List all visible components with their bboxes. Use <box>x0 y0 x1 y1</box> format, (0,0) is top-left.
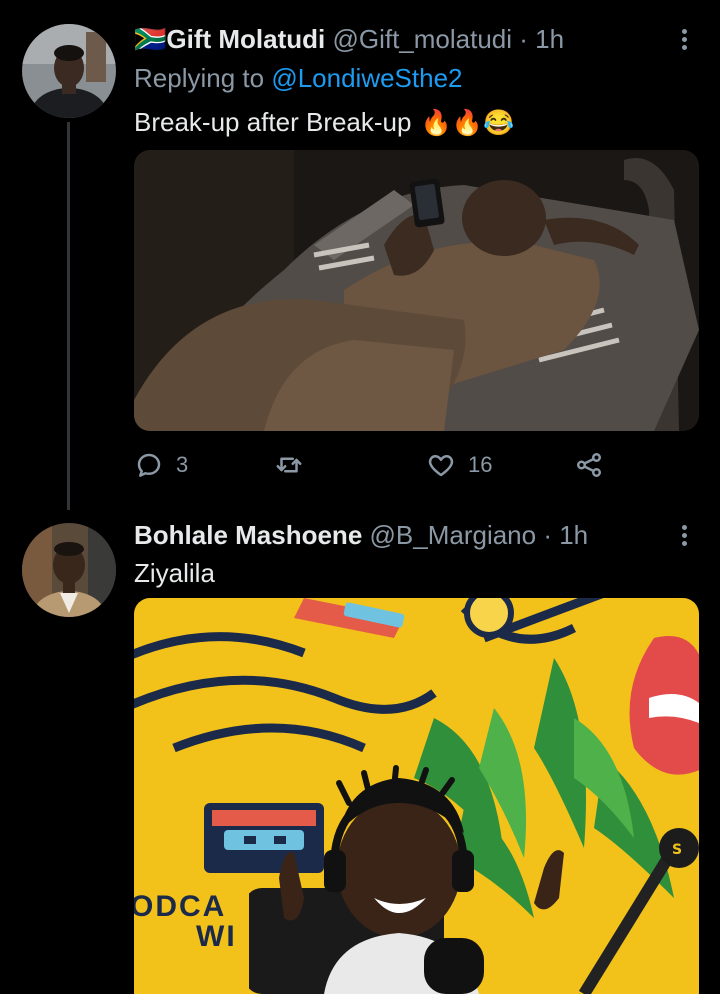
author-handle[interactable]: @B_Margiano <box>370 520 537 550</box>
replying-to-mention[interactable]: @LondiweSthe2 <box>271 63 462 93</box>
more-icon[interactable] <box>672 26 696 54</box>
avatar-bohlale-mashoene[interactable] <box>22 523 116 617</box>
tweet-time[interactable]: · 1h <box>519 24 564 54</box>
share-button[interactable] <box>574 450 604 480</box>
tweet-1-header: 🇿🇦Gift Molatudi @Gift_molatudi · 1h <box>134 23 564 55</box>
reply-icon <box>137 453 161 477</box>
replying-to-label: Replying to <box>134 63 265 93</box>
avatar-image <box>22 523 116 617</box>
thread-connector-line <box>67 122 70 510</box>
reply-button[interactable]: 3 <box>134 450 188 480</box>
tweet-text: Ziyalila <box>134 558 215 588</box>
media-image-man-on-bed <box>134 150 699 431</box>
retweet-icon <box>276 457 302 473</box>
tweet-2-text: Ziyalila <box>134 557 215 589</box>
tweet-time[interactable]: · 1h <box>543 520 588 550</box>
tweet-text: Break-up after Break-up <box>134 107 412 137</box>
author-name[interactable]: Gift Molatudi <box>166 24 325 54</box>
avatar-gift-molatudi[interactable] <box>22 24 116 118</box>
flag-icon: 🇿🇦 <box>134 24 167 54</box>
author-handle[interactable]: @Gift_molatudi <box>332 24 512 54</box>
share-icon <box>577 453 601 477</box>
avatar-image <box>22 24 116 118</box>
like-count: 16 <box>468 452 493 477</box>
fire-laugh-emojis: 🔥🔥😂 <box>420 109 515 137</box>
reply-count: 3 <box>176 452 189 477</box>
tweet-2-header: Bohlale Mashoene @B_Margiano · 1h <box>134 519 588 551</box>
author-name[interactable]: Bohlale Mashoene <box>134 520 362 550</box>
tweet-1-text: Break-up after Break-up 🔥🔥😂 <box>134 106 514 139</box>
media-podcast-text-line2: WI <box>196 920 237 953</box>
media-image-podcast-host: S ODCA WI <box>134 598 699 994</box>
svg-text:S: S <box>672 842 682 858</box>
tweet-1-media[interactable] <box>134 150 699 431</box>
like-button[interactable]: 16 <box>426 450 492 480</box>
media-podcast-text-line1: ODCA <box>134 890 226 923</box>
more-icon[interactable] <box>672 522 696 550</box>
tweet-2-media[interactable]: S ODCA WI <box>134 598 699 994</box>
retweet-button[interactable] <box>274 450 316 480</box>
replying-to: Replying to @LondiweSthe2 <box>134 62 463 94</box>
like-icon <box>428 455 454 477</box>
tweet-1-actions: 3 16 <box>134 450 604 484</box>
